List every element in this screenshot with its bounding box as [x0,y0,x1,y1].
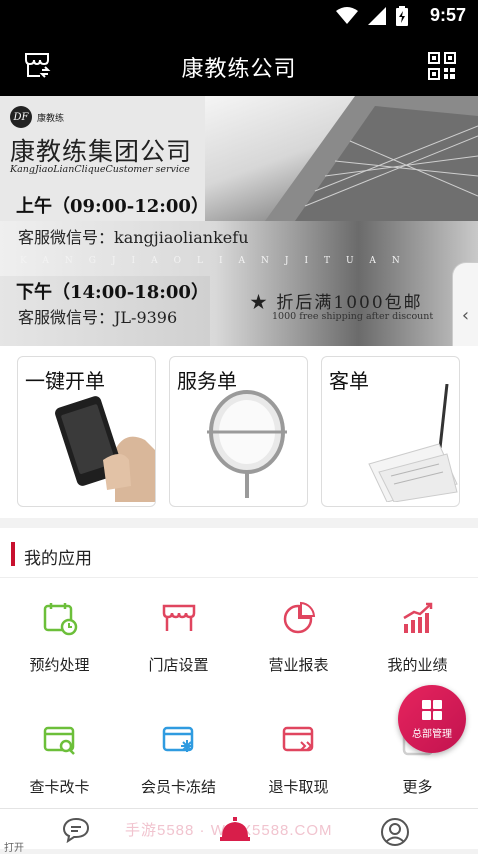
page-title: 康教练公司 [181,57,297,82]
banner-pm-hours: 下午（14:00-18:00） [16,282,209,303]
my-apps-header: 我的应用 [0,528,478,578]
user-icon [381,818,409,846]
my-apps-section: 我的应用 预约处理 门店设置 营业报表 我的业绩 查卡改卡 会员卡冻结 退卡取现… [0,528,478,808]
quick-action-customer-order[interactable]: 客单 [321,356,460,507]
nav-messages[interactable] [62,817,90,847]
nav-profile[interactable] [380,817,410,851]
banner-pm-wechat: 客服微信号：JL-9396 [18,308,178,327]
card-return-icon [281,722,317,758]
app-label: 更多 [402,778,433,796]
app-label: 门店设置 [148,656,209,674]
receipt-spike-image [339,383,459,506]
status-bar: 9:57 [0,0,478,34]
qr-code-icon[interactable] [428,52,456,84]
chevron-left-icon: ‹ [461,304,470,326]
mirror-image [187,384,307,506]
brand-logo-text: 康教练 [37,113,65,124]
chat-bubble-icon [62,817,90,844]
banner-company-name: 康教练集团公司 [10,137,193,166]
hq-management-label: 总部管理 [412,728,452,740]
app-card-refund[interactable]: 退卡取现 [239,700,358,810]
bottom-nav: 手游5588 · WWX5588.COM 打开 [0,808,478,854]
app-business-report[interactable]: 营业报表 [239,578,358,688]
app-label: 退卡取现 [268,778,329,796]
app-card-freeze[interactable]: 会员卡冻结 [119,700,238,810]
promo-banner[interactable]: DF 康教练 康教练集团公司 KangJiaoLianCliqueCustome… [0,96,478,346]
app-label: 查卡改卡 [29,778,90,796]
app-store-settings[interactable]: 门店设置 [119,578,238,688]
my-apps-title: 我的应用 [24,549,92,569]
app-card-lookup[interactable]: 查卡改卡 [0,700,119,810]
banner-am-hours: 上午（09:00-12:00） [16,196,209,217]
service-bell-icon [220,817,250,841]
card-snowflake-icon [161,722,197,758]
app-label: 预约处理 [29,656,90,674]
card-search-icon [42,722,78,758]
wifi-icon [336,7,358,24]
section-accent-bar [11,542,15,566]
grid-icon [422,699,442,720]
banner-am-wechat: 客服微信号：kangjiaoliankefu [18,228,249,247]
banner-promo: ★ 折后满1000包邮 [250,293,423,313]
brand-mark: DF [10,106,32,128]
app-header: 康教练公司 [0,34,478,96]
building-photo [205,96,478,221]
open-hint: 打开 [4,843,24,854]
status-time: 9:57 [429,5,466,25]
nav-home[interactable] [219,815,251,847]
phone-in-hand-image [45,390,155,506]
hq-management-button[interactable]: 总部管理 [398,685,466,753]
storefront-icon [161,600,197,636]
banner-promo-en: 1000 free shipping after discount [272,311,434,322]
quick-action-open-order[interactable]: 一键开单 [17,356,156,507]
pie-chart-icon [281,600,317,636]
banner-pinyin: KANGJIAOLIANJITUAN [20,256,416,266]
banner-company-en: KangJiaoLianCliqueCustomer service [10,164,190,175]
app-label: 营业报表 [268,656,329,674]
app-label: 我的业绩 [387,656,448,674]
app-my-performance[interactable]: 我的业绩 [358,578,477,688]
status-icons [336,6,408,26]
quick-action-service-order[interactable]: 服务单 [169,356,308,507]
calendar-clock-icon [42,600,78,636]
app-appointment[interactable]: 预约处理 [0,578,119,688]
signal-icon [368,7,386,25]
app-label: 会员卡冻结 [140,778,216,796]
bar-chart-up-icon [400,600,436,636]
brand-logo: DF 康教练 [10,106,64,128]
battery-charging-icon [396,6,408,26]
